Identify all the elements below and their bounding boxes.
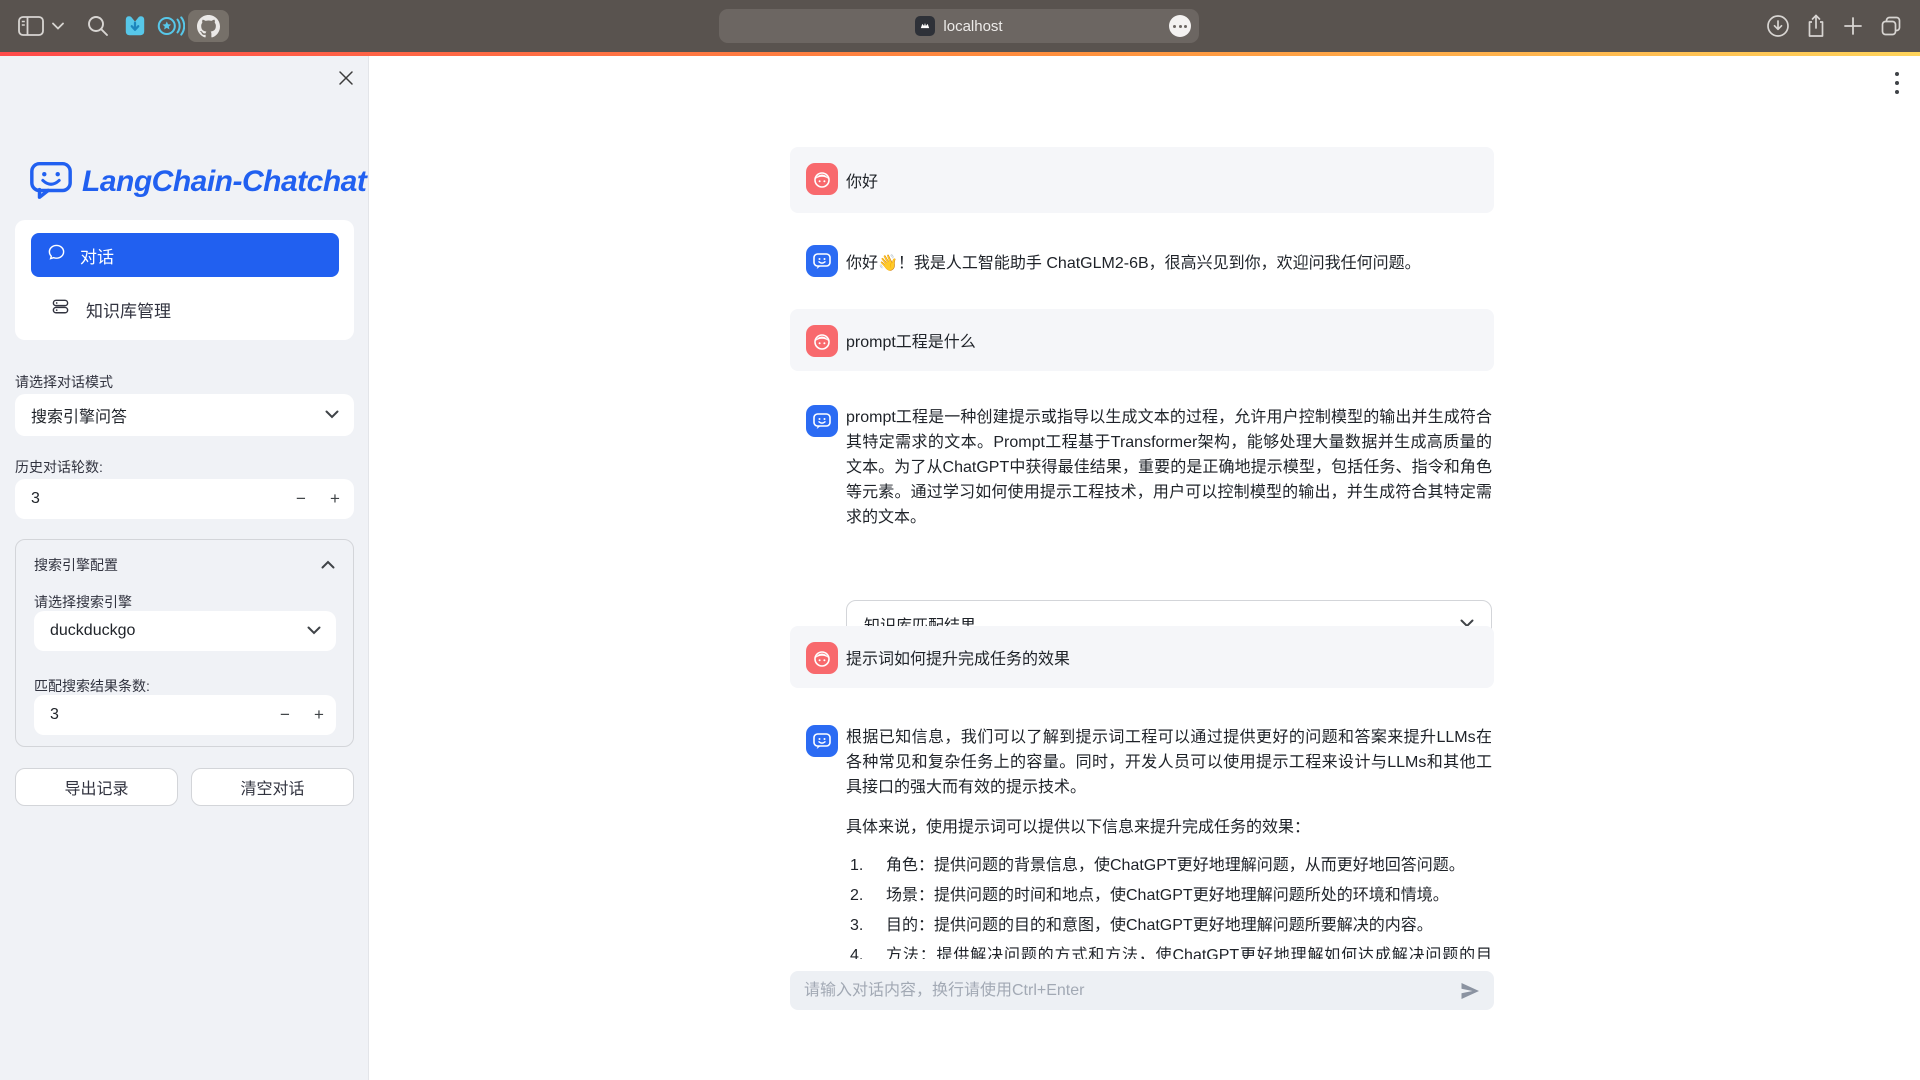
- downloads-icon[interactable]: [1764, 0, 1792, 52]
- chevron-up-icon[interactable]: [321, 556, 335, 574]
- new-tab-icon[interactable]: [1840, 0, 1866, 52]
- message-paragraph: 具体来说，使用提示词可以提供以下信息来提升完成任务的效果：: [846, 815, 1492, 840]
- logo-chat-icon: [28, 156, 74, 207]
- sidebar-toggle-icon[interactable]: [16, 0, 46, 52]
- send-icon[interactable]: [1459, 980, 1481, 1002]
- list-item: 1.角色：提供问题的背景信息，使ChatGPT更好地理解问题，从而更好地回答问题…: [846, 853, 1492, 878]
- message-text: 你好👋！我是人工智能助手 ChatGLM2-6B，很高兴见到你，欢迎问我任何问题…: [846, 229, 1421, 293]
- message-text: prompt工程是什么: [846, 309, 976, 371]
- plus-stepper-button[interactable]: +: [322, 479, 348, 519]
- expander-title: 搜索引擎配置: [34, 555, 118, 575]
- result-count-input[interactable]: 3 − +: [34, 695, 336, 735]
- search-engine-select[interactable]: duckduckgo: [34, 611, 336, 651]
- user-avatar: [806, 642, 838, 674]
- history-turns-value: 3: [31, 490, 40, 508]
- assistant-avatar: [806, 405, 838, 437]
- nav-item-label: 知识库管理: [86, 297, 171, 322]
- chat-input-area: [790, 959, 1494, 1080]
- nav-item-label: 对话: [80, 243, 114, 268]
- nav-item-knowledge-base[interactable]: 知识库管理: [31, 290, 339, 328]
- browser-toolbar: localhost: [0, 0, 1920, 52]
- address-bar[interactable]: localhost: [719, 9, 1199, 43]
- search-engine-value: duckduckgo: [50, 622, 135, 640]
- sidebar-chevron-icon[interactable]: [50, 0, 66, 52]
- nav-item-dialogue[interactable]: 对话: [31, 233, 339, 277]
- search-engine-label: 请选择搜索引擎: [34, 592, 132, 612]
- app-menu-kebab-icon[interactable]: [1886, 66, 1908, 100]
- assistant-avatar: [806, 725, 838, 757]
- page-options-icon[interactable]: [1169, 15, 1191, 37]
- list-item: 3.目的：提供问题的目的和意图，使ChatGPT更好地理解问题所要解决的内容。: [846, 913, 1492, 938]
- export-records-button[interactable]: 导出记录: [15, 768, 178, 806]
- message-text: prompt工程是一种创建提示或指导以生成文本的过程，允许用户控制模型的输出并生…: [846, 405, 1492, 530]
- chat-message-user: prompt工程是什么: [790, 309, 1494, 371]
- chevron-down-icon: [307, 622, 321, 640]
- user-avatar: [806, 325, 838, 357]
- chat-input-box[interactable]: [790, 971, 1494, 1010]
- pinned-tab-broadcast-icon[interactable]: [154, 0, 186, 52]
- site-favicon: [915, 16, 935, 36]
- app-page: LangChain-Chatchat 对话 知识库管理 请选择对话模式 搜索引擎…: [0, 56, 1920, 1080]
- result-count-value: 3: [50, 706, 59, 724]
- assistant-avatar: [806, 245, 838, 277]
- dialog-mode-select[interactable]: 搜索引擎问答: [15, 394, 354, 436]
- plus-stepper-button[interactable]: +: [306, 695, 332, 735]
- pinned-tab-bookmark-icon[interactable]: [121, 0, 149, 52]
- database-icon: [51, 297, 70, 321]
- message-text: 提示词如何提升完成任务的效果: [846, 626, 1070, 688]
- chevron-down-icon: [325, 406, 339, 424]
- message-text: 根据已知信息，我们可以了解到提示词工程可以通过提供更好的问题和答案来提升LLMs…: [846, 725, 1492, 998]
- chat-message-assistant: 你好👋！我是人工智能助手 ChatGLM2-6B，很高兴见到你，欢迎问我任何问题…: [790, 229, 1494, 293]
- chat-message-user: 你好: [790, 147, 1494, 213]
- logo-text: LangChain-Chatchat: [82, 165, 366, 199]
- minus-stepper-button[interactable]: −: [272, 695, 298, 735]
- sidebar-close-icon[interactable]: [336, 68, 356, 88]
- share-icon[interactable]: [1802, 0, 1830, 52]
- chat-message-user: 提示词如何提升完成任务的效果: [790, 626, 1494, 688]
- search-engine-config-expander[interactable]: 搜索引擎配置 请选择搜索引擎 duckduckgo 匹配搜索结果条数: 3 − …: [15, 539, 354, 747]
- result-count-label: 匹配搜索结果条数:: [34, 676, 150, 696]
- dialog-mode-label: 请选择对话模式: [15, 372, 113, 392]
- nav-card: 对话 知识库管理: [15, 220, 354, 340]
- dialog-mode-value: 搜索引擎问答: [31, 403, 127, 427]
- url-text: localhost: [943, 18, 1002, 35]
- sidebar: LangChain-Chatchat 对话 知识库管理 请选择对话模式 搜索引擎…: [0, 56, 369, 1080]
- chat-input-field[interactable]: [804, 971, 1414, 1010]
- chat-bubble-icon: [47, 243, 66, 267]
- message-text: 你好: [846, 147, 878, 213]
- history-turns-input[interactable]: 3 − +: [15, 479, 354, 519]
- tab-overview-icon[interactable]: [1877, 0, 1905, 52]
- clear-dialog-button[interactable]: 清空对话: [191, 768, 354, 806]
- list-item: 2.场景：提供问题的时间和地点，使ChatGPT更好地理解问题所处的环境和情境。: [846, 883, 1492, 908]
- search-icon[interactable]: [84, 0, 112, 52]
- minus-stepper-button[interactable]: −: [288, 479, 314, 519]
- chat-message-assistant: prompt工程是一种创建提示或指导以生成文本的过程，允许用户控制模型的输出并生…: [790, 389, 1494, 664]
- github-tab-button[interactable]: [188, 10, 229, 42]
- message-paragraph: 根据已知信息，我们可以了解到提示词工程可以通过提供更好的问题和答案来提升LLMs…: [846, 725, 1492, 800]
- history-turns-label: 历史对话轮数:: [15, 457, 103, 477]
- app-logo: LangChain-Chatchat: [28, 156, 366, 207]
- user-avatar: [806, 163, 838, 195]
